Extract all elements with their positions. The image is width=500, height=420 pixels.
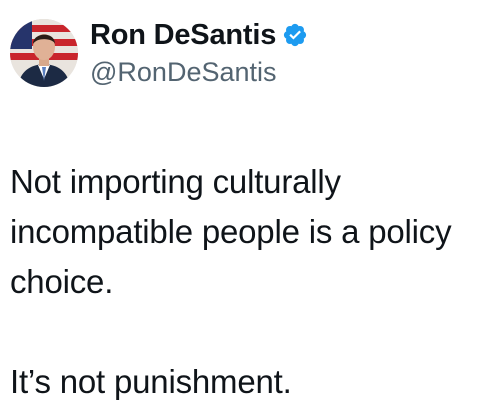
handle[interactable]: @RonDeSantis [90, 56, 308, 88]
avatar[interactable] [10, 19, 78, 87]
tweet-header: Ron DeSantis @RonDeSantis [10, 18, 308, 88]
author-names: Ron DeSantis @RonDeSantis [90, 18, 308, 88]
verified-badge-icon [282, 22, 308, 48]
tweet-text: Not importing culturally incompatible pe… [10, 157, 498, 407]
tweet-paragraph: It’s not punishment. [10, 363, 292, 400]
display-name-row: Ron DeSantis [90, 18, 308, 52]
tweet-card: Ron DeSantis @RonDeSantis Not importing … [0, 0, 500, 420]
avatar-photo [10, 19, 78, 87]
tweet-paragraph: Not importing culturally incompatible pe… [10, 163, 452, 300]
display-name[interactable]: Ron DeSantis [90, 18, 276, 52]
